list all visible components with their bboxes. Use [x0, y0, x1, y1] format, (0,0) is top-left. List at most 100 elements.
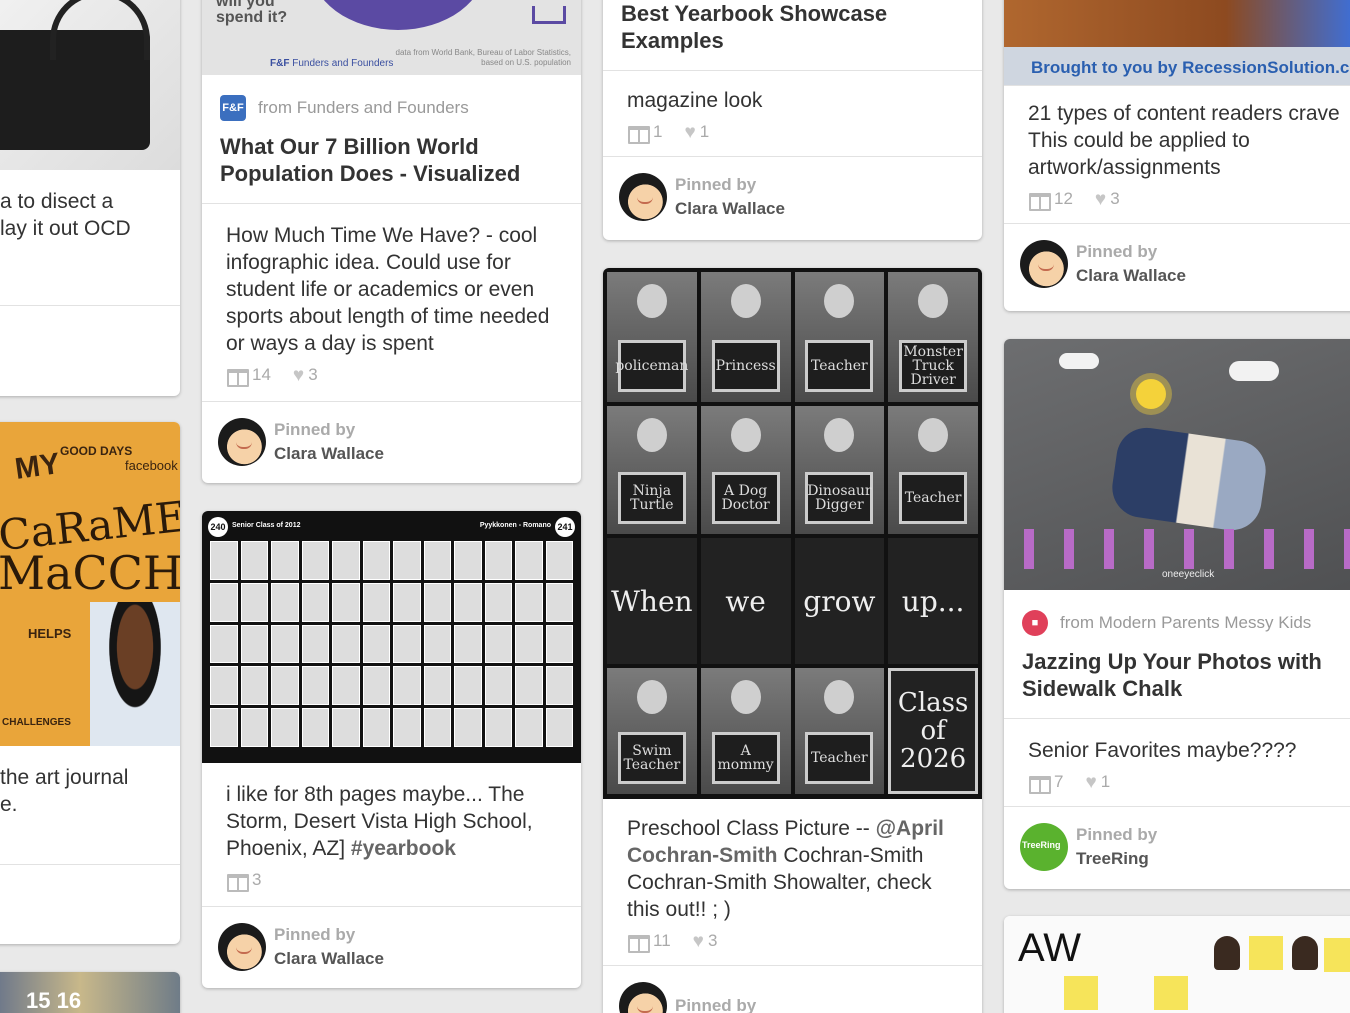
pin-source[interactable]: ■ from Modern Parents Messy Kids	[1004, 590, 1350, 636]
chalkboard-word: up...	[888, 538, 978, 664]
pin-card-partial-top[interactable]: a to disect a lay it out OCD	[0, 0, 180, 396]
repin-icon	[627, 933, 650, 953]
pin-card-yearbook-spread[interactable]: 240 Senior Class of 2012 Pyykkonen - Rom…	[202, 511, 581, 988]
preschool-grid: policeman Princess Teacher Monster Truck…	[607, 272, 978, 795]
infographic-brand: F&F Funders and Founders	[270, 58, 394, 69]
yearbook-right-label: Pyykkonen - Romano	[479, 522, 551, 529]
chalkboard-label: Ninja Turtle	[617, 472, 686, 524]
pin-card-content-types[interactable]: Brought to you by RecessionSolution.com …	[1004, 0, 1350, 311]
pin-card-sidewalk-chalk[interactable]: oneeyeclick ■ from Modern Parents Messy …	[1004, 339, 1350, 889]
pin-description: Senior Favorites maybe????	[1028, 739, 1297, 762]
pin-card-yearbook-showcase[interactable]: Best Yearbook Showcase Examples magazine…	[603, 0, 982, 240]
kid-photo: Monster Truck Driver	[888, 272, 978, 402]
image-watermark: oneeyeclick	[1162, 569, 1215, 580]
pinner-name[interactable]: Clara Wallace	[675, 197, 785, 221]
pin-image-infographic[interactable]: will you spend it? data from World Bank,…	[202, 0, 581, 75]
heart-icon: ♥	[292, 364, 305, 386]
pin-card-partial-middle[interactable]: MY GOOD DAYS facebook CaRaMEL MaCCHiaTO …	[0, 422, 180, 944]
pinned-by-label: Pinned by	[274, 924, 356, 944]
yearbook-portrait-grid	[210, 541, 573, 747]
avatar[interactable]	[218, 922, 266, 971]
pin-image-preschool-collage[interactable]: policeman Princess Teacher Monster Truck…	[603, 268, 982, 799]
pinned-by-label: Pinned by	[274, 419, 356, 439]
chalk-sun	[1136, 379, 1166, 409]
couple-figures	[1108, 423, 1270, 535]
pinner-row[interactable]: Pinned by Clara Wallace	[1004, 223, 1350, 303]
kid-photo: Ninja Turtle	[607, 406, 697, 534]
caramel-text-challenges: CHALLENGES	[2, 717, 71, 728]
chalkboard-word: When	[607, 538, 697, 664]
pinner-row[interactable]: Pinned by TreeRing	[1004, 806, 1350, 886]
pin-source[interactable]: F&F from Funders and Founders	[202, 75, 581, 121]
pinner-row[interactable]: Pinned by Clara Wallace	[603, 156, 982, 236]
pin-stats: 3	[226, 870, 557, 892]
chalkboard-word: grow	[794, 538, 885, 664]
pin-source-label: from Funders and Founders	[258, 98, 469, 117]
avatar[interactable]	[1020, 239, 1068, 288]
hashtag-link[interactable]: #yearbook	[351, 837, 456, 860]
pin-image-sidewalk-chalk[interactable]: oneeyeclick	[1004, 339, 1350, 590]
pin-image-caramel-macchiato[interactable]: MY GOOD DAYS facebook CaRaMEL MaCCHiaTO …	[0, 422, 180, 746]
pin-stats: 11 ♥ 3	[627, 930, 958, 953]
pinner-row[interactable]: Pinned by Clara Wallace	[202, 401, 581, 481]
pin-description: magazine look	[627, 89, 763, 112]
pin-stats: 14 ♥ 3	[226, 364, 557, 387]
pin-card-population[interactable]: will you spend it? data from World Bank,…	[202, 0, 581, 483]
pinner-row[interactable]: Pinned by Clara Wallace	[202, 906, 581, 986]
kid-photo: A Dog Doctor	[700, 406, 791, 534]
pinner-info: Pinned by Clara Wallace	[675, 173, 785, 221]
pinner-info: Pinned by	[675, 994, 756, 1013]
pinner-info: Pinned by Clara Wallace	[274, 418, 384, 466]
pin-stats: 1 ♥ 1	[627, 121, 958, 144]
pin-image-aw-page[interactable]: AW	[1004, 916, 1350, 1013]
pinner-name[interactable]: Clara Wallace	[274, 947, 384, 971]
avatar[interactable]	[218, 417, 266, 466]
pin-image-jerseys[interactable]: 15 16	[0, 972, 180, 1013]
pinner-info: Pinned by Clara Wallace	[1076, 240, 1186, 288]
repin-icon	[226, 872, 249, 892]
heart-icon: ♥	[1094, 188, 1107, 210]
portrait-thumb	[1214, 936, 1240, 970]
chalkboard-label: Teacher	[805, 340, 874, 392]
kid-photo: policeman	[607, 272, 697, 402]
heart-icon: ♥	[692, 930, 704, 952]
pin-description: How Much Time We Have? - cool infographi…	[226, 224, 550, 355]
infographic-notes: data from World Bank, Bureau of Labor St…	[395, 48, 572, 67]
pin-body: 21 types of content readers crave This c…	[1004, 85, 1350, 223]
handbag-strap	[50, 0, 150, 60]
pinner-name[interactable]: TreeRing	[1076, 847, 1157, 871]
heart-icon: ♥	[684, 121, 696, 143]
treering-avatar[interactable]	[1020, 822, 1068, 871]
pin-image-handbag[interactable]	[0, 0, 180, 170]
pin-title[interactable]: Jazzing Up Your Photos with Sidewalk Cha…	[1004, 636, 1350, 718]
pin-card-aw-yearbook[interactable]: AW	[1004, 916, 1350, 1013]
pin-card-partial-bottom[interactable]: 15 16	[0, 972, 180, 1013]
repin-count: 11	[653, 931, 671, 950]
pinner-row[interactable]: Pinned by	[603, 965, 982, 1013]
pin-description: 21 types of content readers crave This c…	[1028, 102, 1340, 179]
pin-card-preschool[interactable]: policeman Princess Teacher Monster Truck…	[603, 268, 982, 1013]
pin-image-yearbook[interactable]: 240 Senior Class of 2012 Pyykkonen - Rom…	[202, 511, 581, 763]
caramel-text-good-days: GOOD DAYS	[60, 444, 133, 458]
chalkboard-label: Swim Teacher	[617, 732, 686, 784]
avatar[interactable]	[619, 172, 667, 221]
caramel-text-my: MY	[12, 447, 63, 486]
chalkboard-label: Teacher	[805, 732, 874, 784]
avatar[interactable]	[619, 981, 667, 1013]
modern-parents-icon: ■	[1022, 610, 1048, 636]
pin-image-recession[interactable]: Brought to you by RecessionSolution.com	[1004, 0, 1350, 85]
pin-title[interactable]: Best Yearbook Showcase Examples	[603, 0, 982, 70]
repin-count: 14	[252, 365, 271, 384]
kid-photo: A mommy	[700, 668, 791, 794]
image-caption: Brought to you by RecessionSolution.com	[1031, 58, 1350, 77]
kid-photo: Dinosaur Digger	[794, 406, 885, 534]
repin-icon	[1028, 191, 1051, 211]
pinner-name[interactable]: Clara Wallace	[1076, 264, 1186, 288]
jersey-numbers: 15 16	[26, 988, 82, 1013]
like-count: 1	[699, 122, 710, 141]
pin-title[interactable]: What Our 7 Billion World Population Does…	[202, 121, 581, 203]
pin-description: i like for 8th pages maybe... The Storm,…	[226, 783, 533, 860]
repin-count: 1	[653, 122, 663, 141]
pinner-name[interactable]: Clara Wallace	[274, 442, 384, 466]
repin-icon	[226, 367, 249, 387]
